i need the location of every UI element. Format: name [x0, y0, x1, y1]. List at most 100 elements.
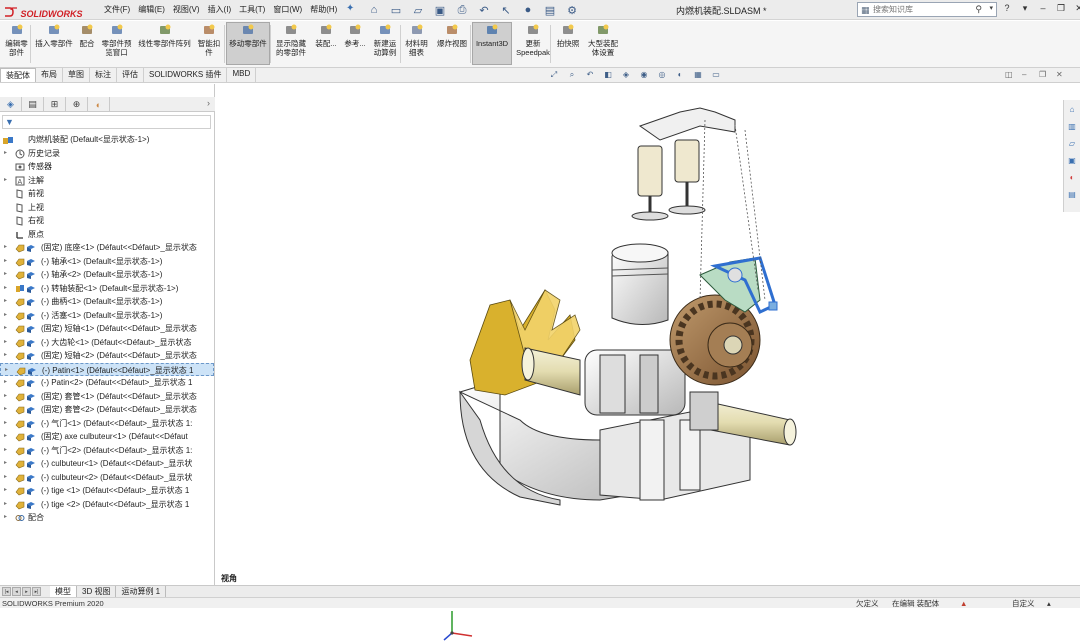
- menu-item[interactable]: 窗口(W): [269, 4, 306, 15]
- minimize-icon[interactable]: –: [1037, 3, 1049, 16]
- section-view-icon[interactable]: ◧: [602, 70, 614, 82]
- tree-row[interactable]: ▸ (-) culbuteur<1> (Défaut<<Défaut>_显示状: [0, 457, 214, 471]
- scene-icon[interactable]: ▦: [692, 70, 704, 82]
- tree-row[interactable]: ▸ A 注解: [0, 174, 214, 188]
- ribbon-button-preview-window[interactable]: 零部件预 览窗口: [98, 23, 135, 57]
- next-tab-icon[interactable]: ▸: [22, 587, 31, 596]
- new-document-icon[interactable]: ▭: [388, 2, 404, 18]
- ribbon-button-exploded-view[interactable]: 爆炸视图: [433, 23, 471, 48]
- tree-row[interactable]: ▸ (固定) axe culbuteur<1> (Défaut<<Défaut: [0, 430, 214, 444]
- tree-row[interactable]: ▸ (-) 活塞<1> (Default<显示状态-1>): [0, 309, 214, 323]
- save-icon[interactable]: ▣: [432, 2, 448, 18]
- view-split-icon[interactable]: ◫: [1005, 70, 1015, 80]
- bottom-tab-1[interactable]: 3D 视图: [77, 586, 117, 597]
- zoom-area-icon[interactable]: ⌕: [566, 70, 578, 82]
- tree-row[interactable]: ▸ (-) 大齿轮<1> (Défaut<<Défaut>_显示状态: [0, 336, 214, 350]
- expand-arrow-icon[interactable]: ▸: [4, 376, 7, 390]
- expand-arrow-icon[interactable]: ▸: [4, 430, 7, 444]
- tree-row[interactable]: ▸ (-) 曲柄<1> (Default<显示状态-1>): [0, 295, 214, 309]
- display-manager-tab-icon[interactable]: ◐: [88, 97, 110, 112]
- open-folder-icon[interactable]: ▱: [410, 2, 426, 18]
- tree-row[interactable]: ▸ (-) Patin<2> (Défaut<<Défaut>_显示状态 1: [0, 376, 214, 390]
- filter-icon[interactable]: ▼: [5, 117, 14, 127]
- search-icon[interactable]: ⚲: [975, 4, 982, 15]
- search-input[interactable]: [873, 3, 969, 16]
- bottom-tab-2[interactable]: 运动算例 1: [116, 586, 167, 597]
- expand-arrow-icon[interactable]: ▸: [4, 444, 7, 458]
- tree-row[interactable]: 右视: [0, 214, 214, 228]
- close-icon[interactable]: ✕: [1073, 3, 1080, 16]
- undo-icon[interactable]: ↶: [476, 2, 492, 18]
- solidworks-logo[interactable]: SOLIDWORKS: [4, 3, 88, 19]
- dimxpert-tab-icon[interactable]: ⊕: [66, 97, 88, 112]
- tree-row[interactable]: 前视: [0, 187, 214, 201]
- view-orientation-icon[interactable]: ◈: [620, 70, 632, 82]
- tree-row[interactable]: ▸ (-) culbuteur<2> (Défaut<<Défaut>_显示状: [0, 471, 214, 485]
- expand-arrow-icon[interactable]: ▸: [4, 390, 7, 404]
- file-explorer-icon[interactable]: ▱: [1065, 137, 1079, 151]
- hide-show-icon[interactable]: ◎: [656, 70, 668, 82]
- tab-2[interactable]: 草图: [63, 68, 90, 82]
- view-settings-icon[interactable]: ▭: [710, 70, 722, 82]
- custom-properties-icon[interactable]: ▤: [1065, 188, 1079, 202]
- viewport-minimize-icon[interactable]: –: [1022, 70, 1032, 80]
- configuration-manager-tab-icon[interactable]: ⊞: [44, 97, 66, 112]
- first-tab-icon[interactable]: |◂: [2, 587, 11, 596]
- view-palette-icon[interactable]: ▣: [1065, 154, 1079, 168]
- expand-arrow-icon[interactable]: ▸: [4, 174, 7, 188]
- expand-arrow-icon[interactable]: ▸: [4, 349, 7, 363]
- expand-arrow-icon[interactable]: ▸: [4, 322, 7, 336]
- feature-manager-tab-icon[interactable]: ◈: [0, 97, 22, 112]
- zoom-to-fit-icon[interactable]: ⤢: [548, 70, 560, 82]
- tree-row[interactable]: ▸ (-) 气门<2> (Défaut<<Défaut>_显示状态 1:: [0, 444, 214, 458]
- expand-arrow-icon[interactable]: ▸: [4, 147, 7, 161]
- property-manager-tab-icon[interactable]: ▤: [22, 97, 44, 112]
- tree-row[interactable]: ▸ (-) 气门<1> (Défaut<<Défaut>_显示状态 1:: [0, 417, 214, 431]
- tree-row[interactable]: 上视: [0, 201, 214, 215]
- print-icon[interactable]: ⎙: [454, 2, 470, 18]
- ribbon-button-large-assembly[interactable]: 大型装配 体设置: [585, 23, 621, 57]
- display-style-icon[interactable]: ◉: [638, 70, 650, 82]
- ribbon-button-mate[interactable]: 配合: [77, 23, 97, 48]
- solidworks-resources-icon[interactable]: ⌂: [1065, 103, 1079, 117]
- last-tab-icon[interactable]: ▸|: [32, 587, 41, 596]
- previous-view-icon[interactable]: ↶: [584, 70, 596, 82]
- viewport-restore-icon[interactable]: ❐: [1039, 70, 1049, 80]
- tab-3[interactable]: 标注: [90, 68, 117, 82]
- select-cursor-icon[interactable]: ↖: [498, 2, 514, 18]
- tree-row[interactable]: 内燃机装配 (Default<显示状态-1>): [0, 133, 214, 147]
- appearance-icon[interactable]: ◐: [674, 70, 686, 82]
- rebuild-status-icon[interactable]: ▲: [960, 598, 967, 609]
- menu-item[interactable]: 文件(F): [100, 4, 134, 15]
- viewport-close-icon[interactable]: ✕: [1056, 70, 1066, 80]
- expand-arrow-icon[interactable]: ▸: [4, 471, 7, 485]
- tree-row[interactable]: ▸ (-) tige <2> (Défaut<<Défaut>_显示状态 1: [0, 498, 214, 512]
- menu-item[interactable]: 视图(V): [169, 4, 204, 15]
- tree-row[interactable]: 传感器: [0, 160, 214, 174]
- ribbon-button-move-component[interactable]: 移动零部件: [226, 22, 270, 65]
- units-chevron-icon[interactable]: ▴: [1047, 598, 1051, 609]
- ribbon-button-insert-component[interactable]: 插入零部件: [32, 23, 76, 48]
- expand-arrow-icon[interactable]: ▸: [4, 268, 7, 282]
- chevron-right-icon[interactable]: ›: [207, 98, 210, 108]
- expand-arrow-icon[interactable]: ▸: [4, 255, 7, 269]
- rebuild-icon[interactable]: ●: [520, 2, 536, 18]
- tree-row[interactable]: ▸ 配合: [0, 511, 214, 525]
- expand-arrow-icon[interactable]: ▸: [4, 295, 7, 309]
- ribbon-button-instant3d[interactable]: Instant3D: [472, 22, 512, 65]
- appearances-icon[interactable]: ◐: [1065, 171, 1079, 185]
- expand-arrow-icon[interactable]: ▸: [4, 511, 7, 525]
- design-library-icon[interactable]: ▥: [1065, 120, 1079, 134]
- ribbon-button-assembly-features[interactable]: 装配...: [312, 23, 340, 48]
- menu-item[interactable]: 帮助(H): [306, 4, 341, 15]
- pin-icon[interactable]: ✦: [346, 3, 354, 14]
- tab-6[interactable]: MBD: [227, 68, 257, 82]
- expand-arrow-icon[interactable]: ▸: [4, 241, 7, 255]
- expand-arrow-icon[interactable]: ▸: [4, 403, 7, 417]
- tree-row[interactable]: ▸ (-) 转轴装配<1> (Default<显示状态-1>): [0, 282, 214, 296]
- ribbon-button-speedpak[interactable]: 更新 Speedpak: [514, 23, 552, 57]
- tab-5[interactable]: SOLIDWORKS 插件: [144, 68, 228, 82]
- ribbon-button-edit-component[interactable]: 编辑零 部件: [2, 23, 31, 57]
- tree-filter[interactable]: ▼: [2, 115, 211, 129]
- tree-row[interactable]: ▸ (-) 轴承<2> (Default<显示状态-1>): [0, 268, 214, 282]
